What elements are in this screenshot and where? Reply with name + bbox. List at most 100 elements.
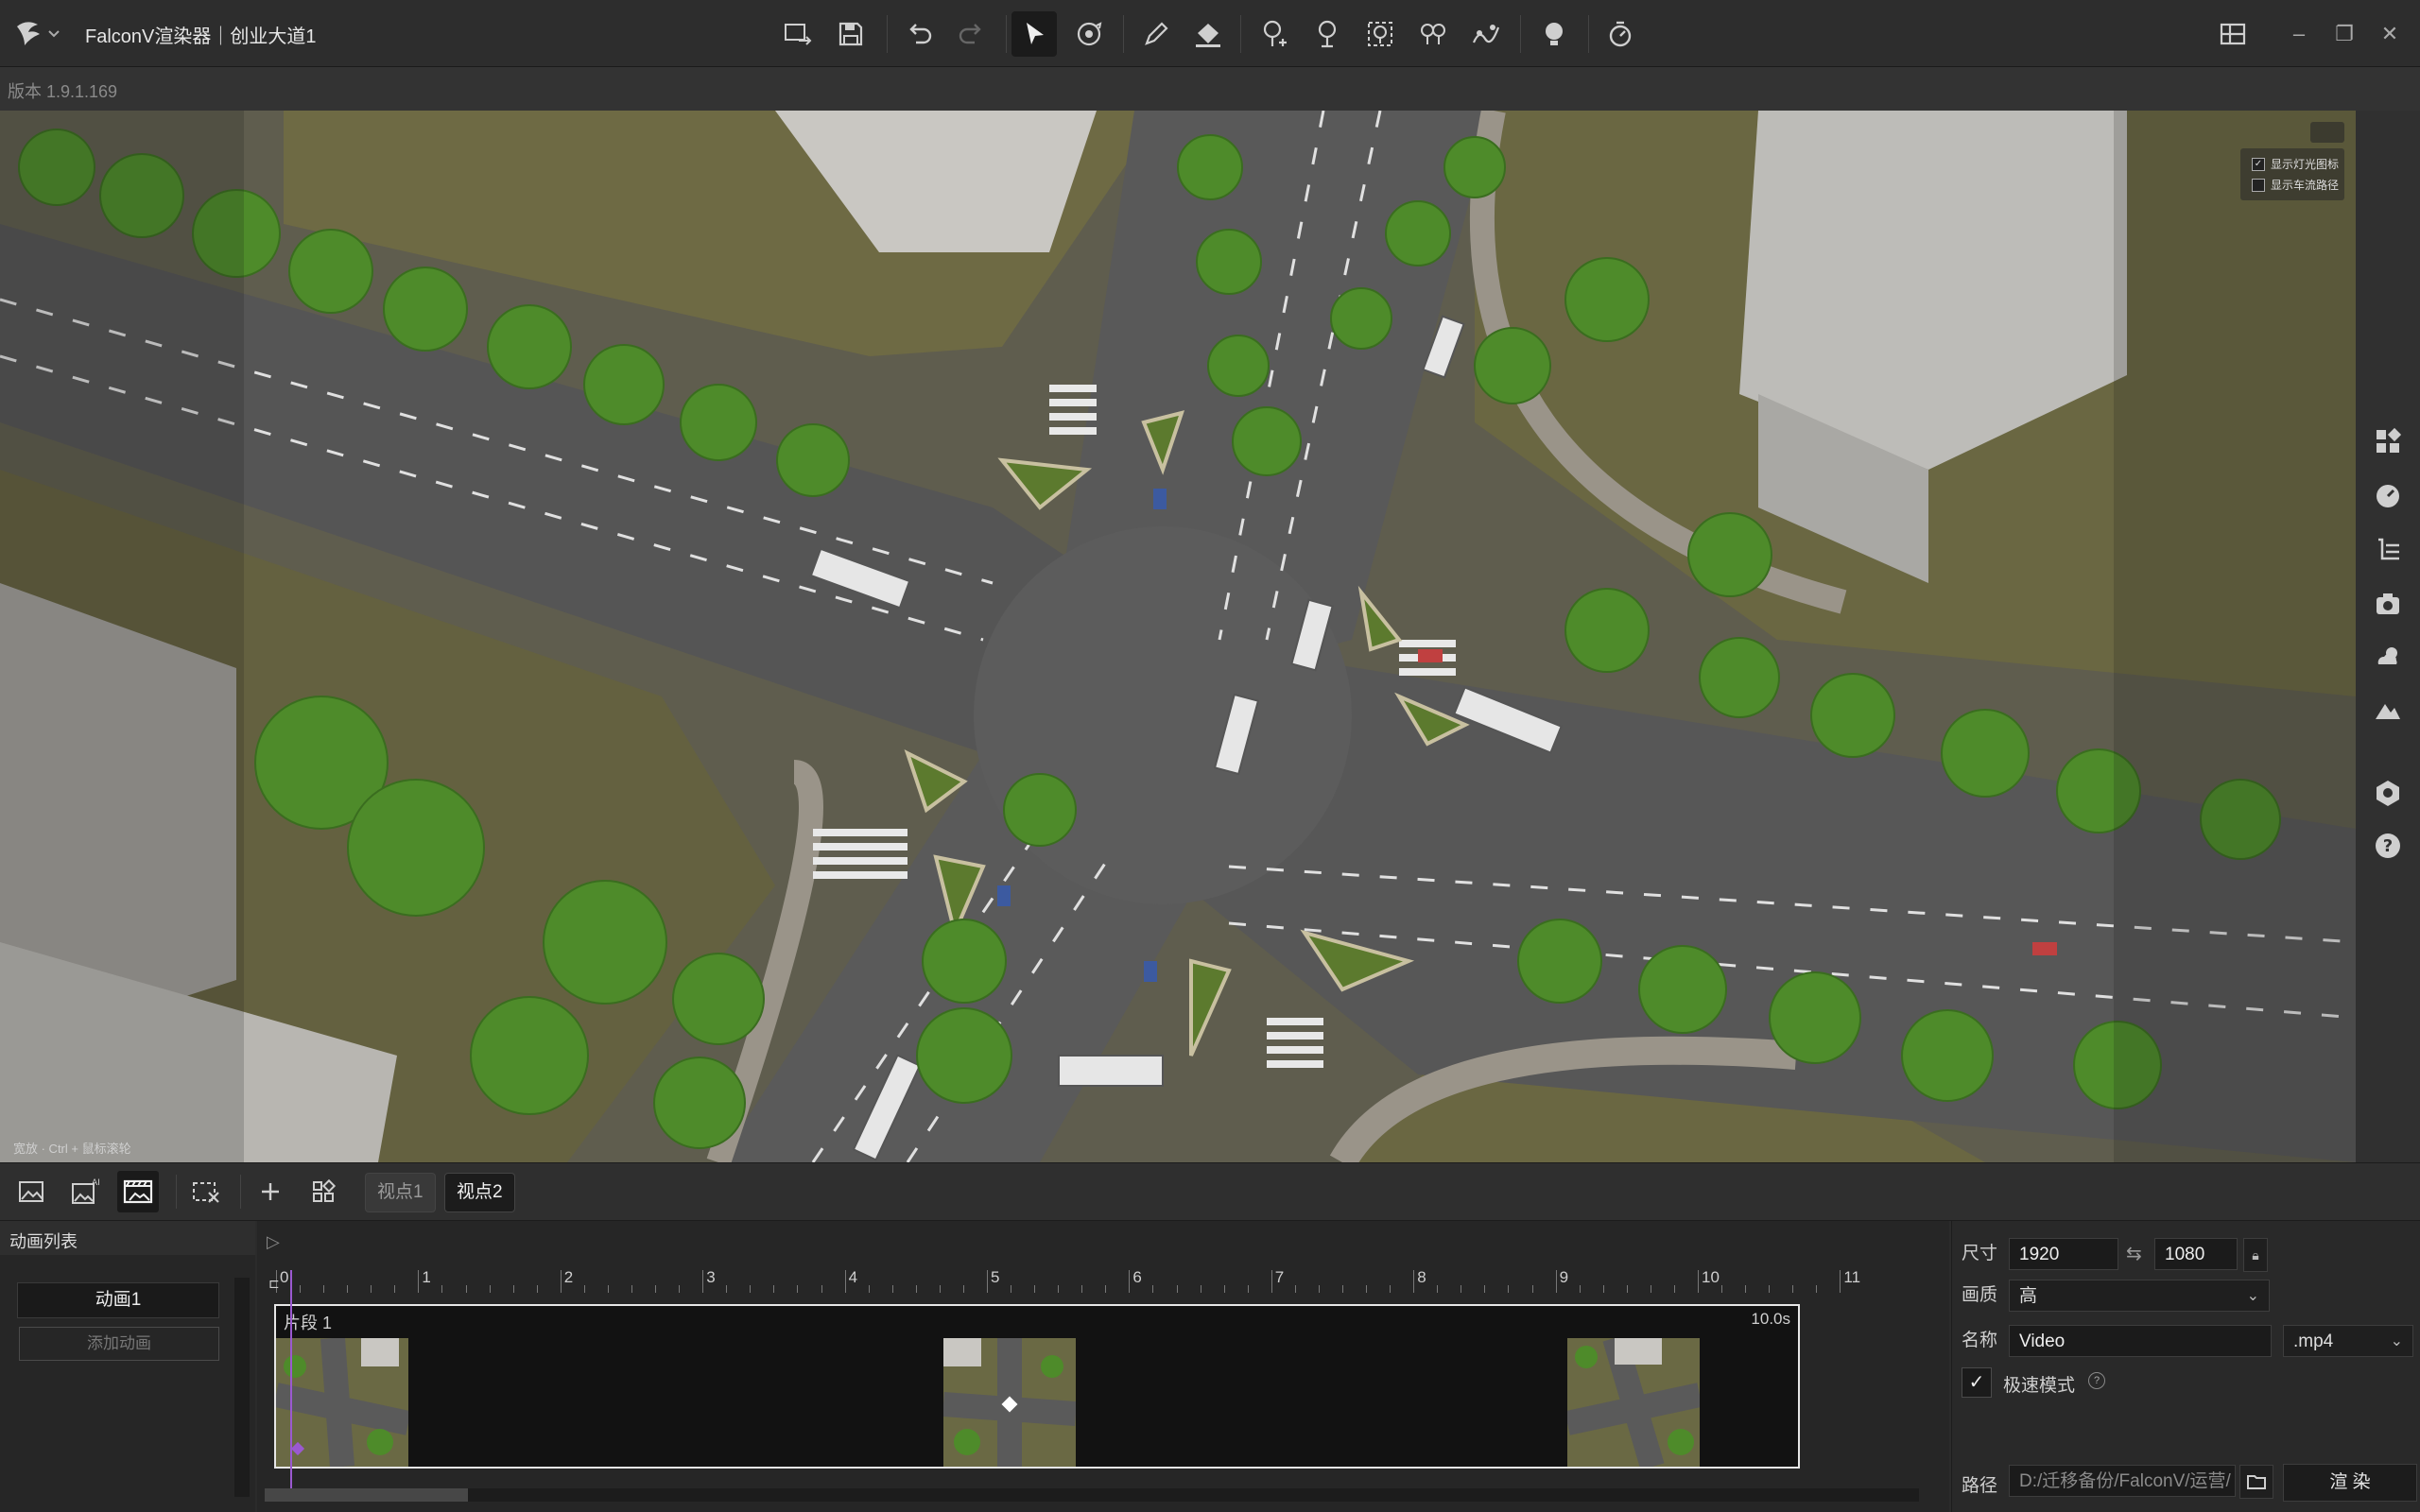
overlay-tag-icon[interactable] (2310, 122, 2344, 143)
folder-browse-icon[interactable] (2239, 1465, 2273, 1499)
link-aspect-icon[interactable]: ⇆ (2126, 1242, 2142, 1265)
playhead[interactable] (290, 1270, 293, 1497)
ruler-minor-tick (1105, 1285, 1107, 1293)
orbit-target-icon[interactable] (1066, 11, 1112, 57)
aspect-lock-icon[interactable]: 🔒︎ (2243, 1238, 2268, 1272)
pen-draw-icon[interactable] (1132, 11, 1178, 57)
add-tree-icon[interactable] (1252, 11, 1297, 57)
add-viewpoint-icon[interactable] (250, 1171, 291, 1212)
animation-list-scrollbar[interactable] (234, 1278, 250, 1497)
ruler-minor-tick (631, 1285, 632, 1293)
ruler-minor-tick (773, 1285, 775, 1293)
keyframe-thumbnail[interactable] (1567, 1338, 1700, 1467)
time-ruler[interactable]: 0 1 2 3 4 5 6 7 8 9 10 11 (267, 1268, 1930, 1293)
tree-brush-icon[interactable] (1305, 11, 1350, 57)
ruler-minor-tick (797, 1285, 799, 1293)
path-input[interactable]: D:/迁移备份/FalconV/运营/ (2009, 1465, 2236, 1497)
ruler-tick (1270, 1270, 1272, 1293)
viewpoint-grid-icon[interactable] (302, 1171, 344, 1212)
ruler-minor-tick (891, 1285, 893, 1293)
terrain-icon[interactable] (2369, 691, 2407, 729)
save-icon[interactable] (828, 11, 873, 57)
ruler-tick (1840, 1270, 1841, 1293)
ruler-minor-tick (1294, 1285, 1296, 1293)
ruler-minor-tick (394, 1285, 396, 1293)
minimize-icon[interactable]: – (2278, 13, 2320, 55)
tree-canopy-layer (18, 129, 2281, 1149)
fast-mode-label: 极速模式 (2003, 1376, 2076, 1396)
ruler-minor-tick (939, 1285, 941, 1293)
light-bulb-icon[interactable] (1531, 11, 1577, 57)
overlay-checkbox-traffic[interactable] (2252, 178, 2265, 192)
ruler-minor-tick (1318, 1285, 1320, 1293)
ruler-minor-tick (1223, 1285, 1225, 1293)
safe-frame-right (2114, 111, 2356, 1162)
ruler-minor-tick (441, 1285, 443, 1293)
ruler-tick-label: 7 (1274, 1268, 1285, 1286)
layout-grid-icon[interactable] (2210, 11, 2256, 57)
ruler-minor-tick (750, 1285, 752, 1293)
app-logo-icon[interactable] (13, 17, 60, 49)
ruler-tick-label: 5 (991, 1268, 1000, 1286)
ruler-minor-tick (1508, 1285, 1510, 1293)
play-icon[interactable]: ▷ (267, 1232, 280, 1252)
timeline-scrollbar-thumb[interactable] (265, 1488, 468, 1502)
ruler-minor-tick (1176, 1285, 1178, 1293)
remove-viewpoint-icon[interactable] (185, 1171, 227, 1212)
render-button[interactable]: 渲 染 (2283, 1464, 2417, 1502)
animation-list-item[interactable]: 动画1 (17, 1282, 219, 1318)
weather-icon[interactable] (2369, 638, 2407, 676)
timer-icon[interactable] (1598, 11, 1643, 57)
quality-select[interactable]: 高 ⌄ (2009, 1280, 2270, 1312)
camera-icon[interactable] (2369, 585, 2407, 623)
tree-row-icon[interactable] (1410, 11, 1456, 57)
ai-image-icon[interactable]: AI (64, 1171, 106, 1212)
right-tool-rail: ? (2356, 111, 2420, 1162)
ruler-minor-tick (1390, 1285, 1392, 1293)
components-icon[interactable] (2369, 422, 2407, 460)
tree-path-icon[interactable] (1463, 11, 1509, 57)
3d-viewport[interactable]: ✓ 显示灯光图标 显示车流路径 宽放 · Ctrl + 鼠标滚轮 (0, 111, 2356, 1162)
ruler-minor-tick (679, 1285, 681, 1293)
ruler-start-marker-icon[interactable]: ⊏ (268, 1276, 280, 1292)
format-select[interactable]: .mp4 ⌄ (2283, 1325, 2413, 1357)
fast-mode-checkbox[interactable]: ✓ (1962, 1367, 1992, 1398)
ruler-tick-label: 11 (1843, 1268, 1861, 1286)
tree-area-icon[interactable] (1357, 11, 1403, 57)
overlay-option-lights[interactable]: ✓ 显示灯光图标 (2252, 156, 2339, 172)
settings-hex-icon[interactable] (2369, 774, 2407, 812)
width-input[interactable]: 1920 (2009, 1238, 2118, 1270)
layers-list-icon[interactable] (2369, 530, 2407, 568)
redo-icon[interactable] (949, 11, 994, 57)
overlay-checkbox-lights[interactable]: ✓ (2252, 157, 2265, 171)
image-render-icon[interactable] (11, 1171, 53, 1212)
tab-viewpoint-1[interactable]: 视点1 (365, 1173, 436, 1212)
paint-bucket-icon[interactable] (1185, 11, 1231, 57)
time-of-day-icon[interactable] (2369, 477, 2407, 515)
ruler-tick-label: 9 (1559, 1268, 1569, 1286)
overlay-option-traffic[interactable]: 显示车流路径 (2252, 177, 2339, 193)
version-label: 版本 1.9.1.169 (8, 82, 118, 101)
keyframe-thumbnail[interactable] (943, 1338, 1076, 1467)
ruler-tick (702, 1270, 704, 1293)
height-input[interactable]: 1080 (2154, 1238, 2238, 1270)
help-icon[interactable]: ? (2369, 827, 2407, 865)
timeline-scrollbar[interactable] (265, 1488, 1919, 1502)
timeline-segment[interactable]: 片段 1 10.0s (274, 1304, 1800, 1469)
fast-mode-help-icon[interactable]: ? (2088, 1372, 2105, 1389)
video-render-icon[interactable] (117, 1171, 159, 1212)
tab-viewpoint-2[interactable]: 视点2 (444, 1173, 515, 1212)
restore-icon[interactable]: ❐ (2324, 13, 2365, 55)
path-label: 路径 (1962, 1476, 1998, 1496)
close-icon[interactable]: ✕ (2369, 13, 2411, 55)
animation-list-panel: 动画列表 动画1 添加动画 (0, 1221, 255, 1512)
ruler-minor-tick (1437, 1285, 1439, 1293)
add-animation-button[interactable]: 添加动画 (19, 1327, 219, 1361)
select-pointer-icon[interactable] (1011, 11, 1057, 57)
undo-icon[interactable] (896, 11, 942, 57)
export-icon[interactable] (775, 11, 821, 57)
viewport-hint: 宽放 · Ctrl + 鼠标滚轮 (13, 1142, 131, 1156)
name-input[interactable]: Video (2009, 1325, 2272, 1357)
ruler-tick-label: 6 (1132, 1268, 1142, 1286)
ruler-minor-tick (1058, 1285, 1060, 1293)
